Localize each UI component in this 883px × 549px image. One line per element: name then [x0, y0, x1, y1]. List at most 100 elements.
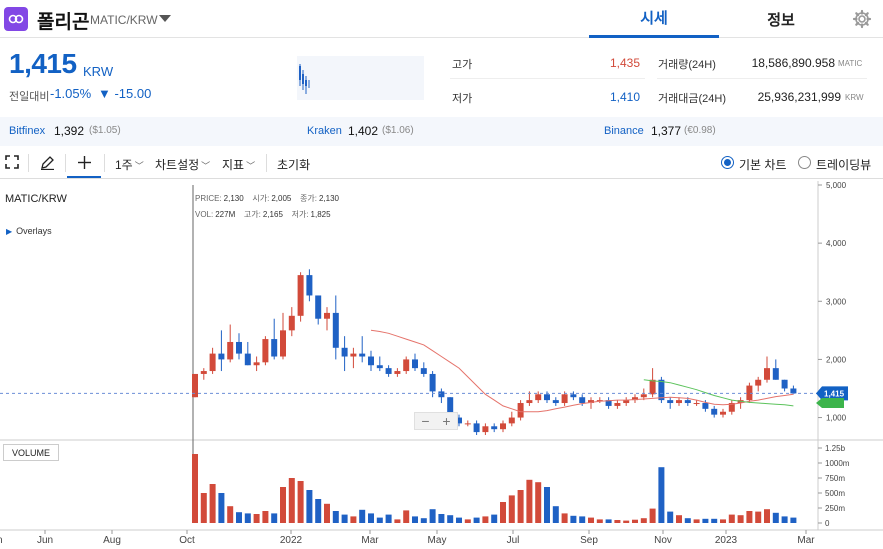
candle-body — [764, 368, 770, 380]
volume-bar — [315, 499, 322, 523]
price-chart[interactable]: 5,000 4,000 3,000 2,000 1,000 1.25b 1000m 750m 5… — [0, 181, 883, 549]
volume-pane-label: VOLUME — [3, 444, 59, 461]
volume-bar — [781, 516, 788, 523]
turnover-value: 25,936,231,999 — [757, 90, 841, 104]
candle-body — [429, 373, 436, 392]
chart-canvas[interactable]: 5,000 4,000 3,000 2,000 1,000 1.25b 1000m 750m 5… — [0, 181, 883, 549]
x-tick-label: un — [0, 535, 3, 546]
basic-chart-label[interactable]: 기본 차트 — [739, 156, 787, 173]
volume-bar — [790, 517, 797, 523]
zoom-in-icon[interactable]: + — [442, 413, 450, 429]
chart-settings-select[interactable]: 차트설정 ﹀ — [155, 156, 210, 173]
volume-bar — [684, 518, 691, 523]
volume-value: 18,586,890.958 — [751, 56, 835, 70]
divider — [104, 154, 105, 172]
crosshair-active-indicator — [67, 176, 101, 178]
x-tick-label: Oct — [179, 535, 195, 546]
triangle-right-icon: ▶ — [6, 227, 13, 236]
volume-bar — [737, 515, 744, 523]
pencil-icon[interactable] — [40, 155, 56, 171]
moving-average-short-line — [643, 379, 794, 407]
volume-bar — [764, 509, 770, 523]
volume-bar — [350, 516, 357, 523]
candle-body — [579, 397, 586, 404]
coin-select-chevron-down-icon[interactable] — [159, 15, 171, 22]
volume-bar — [385, 514, 392, 523]
tab-market-price[interactable]: 시세 — [589, 0, 719, 38]
period-label: 1주 — [115, 158, 133, 172]
volume-bar — [658, 467, 665, 523]
x-tick-label: Nov — [654, 535, 672, 546]
volume-bar — [508, 495, 515, 523]
reset-button[interactable]: 초기화 — [277, 156, 310, 173]
vol-tick-label: 1000m — [825, 459, 850, 468]
volume-bar — [605, 519, 612, 523]
volume-bar — [552, 506, 559, 523]
gear-icon[interactable] — [851, 8, 873, 30]
candle-body — [359, 353, 366, 357]
exchange-kraken[interactable]: Kraken — [307, 125, 342, 137]
candle-body — [517, 403, 524, 418]
volume-bar — [306, 490, 313, 523]
overlays-toggle[interactable]: ▶ Overlays — [6, 226, 52, 236]
change-label: 전일대비 — [9, 91, 50, 103]
indicator-select[interactable]: 지표 ﹀ — [222, 156, 255, 173]
vol-tick-label: 1.25b — [825, 444, 846, 453]
divider — [266, 154, 267, 172]
candle-body — [297, 275, 304, 316]
volume-bar — [420, 518, 427, 523]
exchange-binance-price: 1,377 — [651, 124, 682, 138]
candle-body — [376, 365, 383, 369]
ohlc-price: 2,130 — [223, 194, 244, 203]
volume-bar — [561, 513, 568, 523]
candle-body — [711, 408, 718, 415]
candle-body — [508, 417, 515, 424]
volume-bar — [288, 478, 295, 523]
volume-bar — [324, 503, 330, 523]
candle-body — [420, 368, 427, 374]
ohlc-vol: 227M — [215, 210, 236, 219]
volume-bar — [772, 512, 779, 523]
candle-body — [200, 371, 207, 374]
ohlc-high-key: 고가: — [243, 210, 261, 219]
exchange-binance[interactable]: Binance — [604, 125, 644, 137]
vol-tick-label: 250m — [825, 504, 845, 513]
candle-body — [552, 400, 559, 404]
volume-bar — [218, 493, 225, 523]
candle-body — [526, 400, 533, 404]
volume-bar — [649, 508, 656, 523]
fullscreen-icon[interactable] — [5, 155, 21, 171]
tradingview-radio[interactable] — [798, 156, 811, 169]
candle-body — [394, 371, 401, 374]
volume-bar — [570, 515, 577, 523]
chevron-down-icon: ﹀ — [201, 161, 211, 171]
volume-bar — [623, 520, 630, 523]
basic-chart-radio[interactable] — [721, 156, 734, 169]
crosshair-icon[interactable] — [77, 155, 93, 171]
candle-body — [535, 394, 542, 401]
candle-body — [772, 368, 779, 380]
volume-bar — [253, 514, 260, 523]
volume-bar — [236, 512, 242, 523]
volume-bar — [535, 482, 542, 523]
divider — [65, 154, 66, 172]
x-tick-label: 2022 — [280, 535, 303, 546]
tradingview-label[interactable]: 트레이딩뷰 — [816, 156, 871, 173]
current-price-tag-label: 1,415 — [824, 389, 845, 398]
period-select[interactable]: 1주 ﹀ — [115, 156, 144, 173]
candle-body — [667, 400, 674, 404]
candle-body — [341, 347, 348, 357]
volume-unit: MATIC — [838, 59, 863, 68]
candle-body — [271, 339, 278, 357]
zoom-out-icon[interactable]: − — [421, 413, 429, 429]
ohlc-row-2: VOL: 227M 고가: 2,165 저가: 1,825 — [195, 209, 333, 220]
high-value: 1,435 — [609, 56, 640, 70]
tab-info[interactable]: 정보 — [716, 0, 846, 38]
volume-bar — [491, 514, 498, 523]
coin-name: 폴리곤 — [37, 12, 90, 33]
candle-body — [676, 400, 682, 404]
exchange-bitfinex[interactable]: Bitfinex — [9, 125, 45, 137]
candle-body — [570, 394, 577, 398]
chart-settings-label: 차트설정 — [155, 158, 200, 172]
volume-bar — [667, 511, 674, 523]
